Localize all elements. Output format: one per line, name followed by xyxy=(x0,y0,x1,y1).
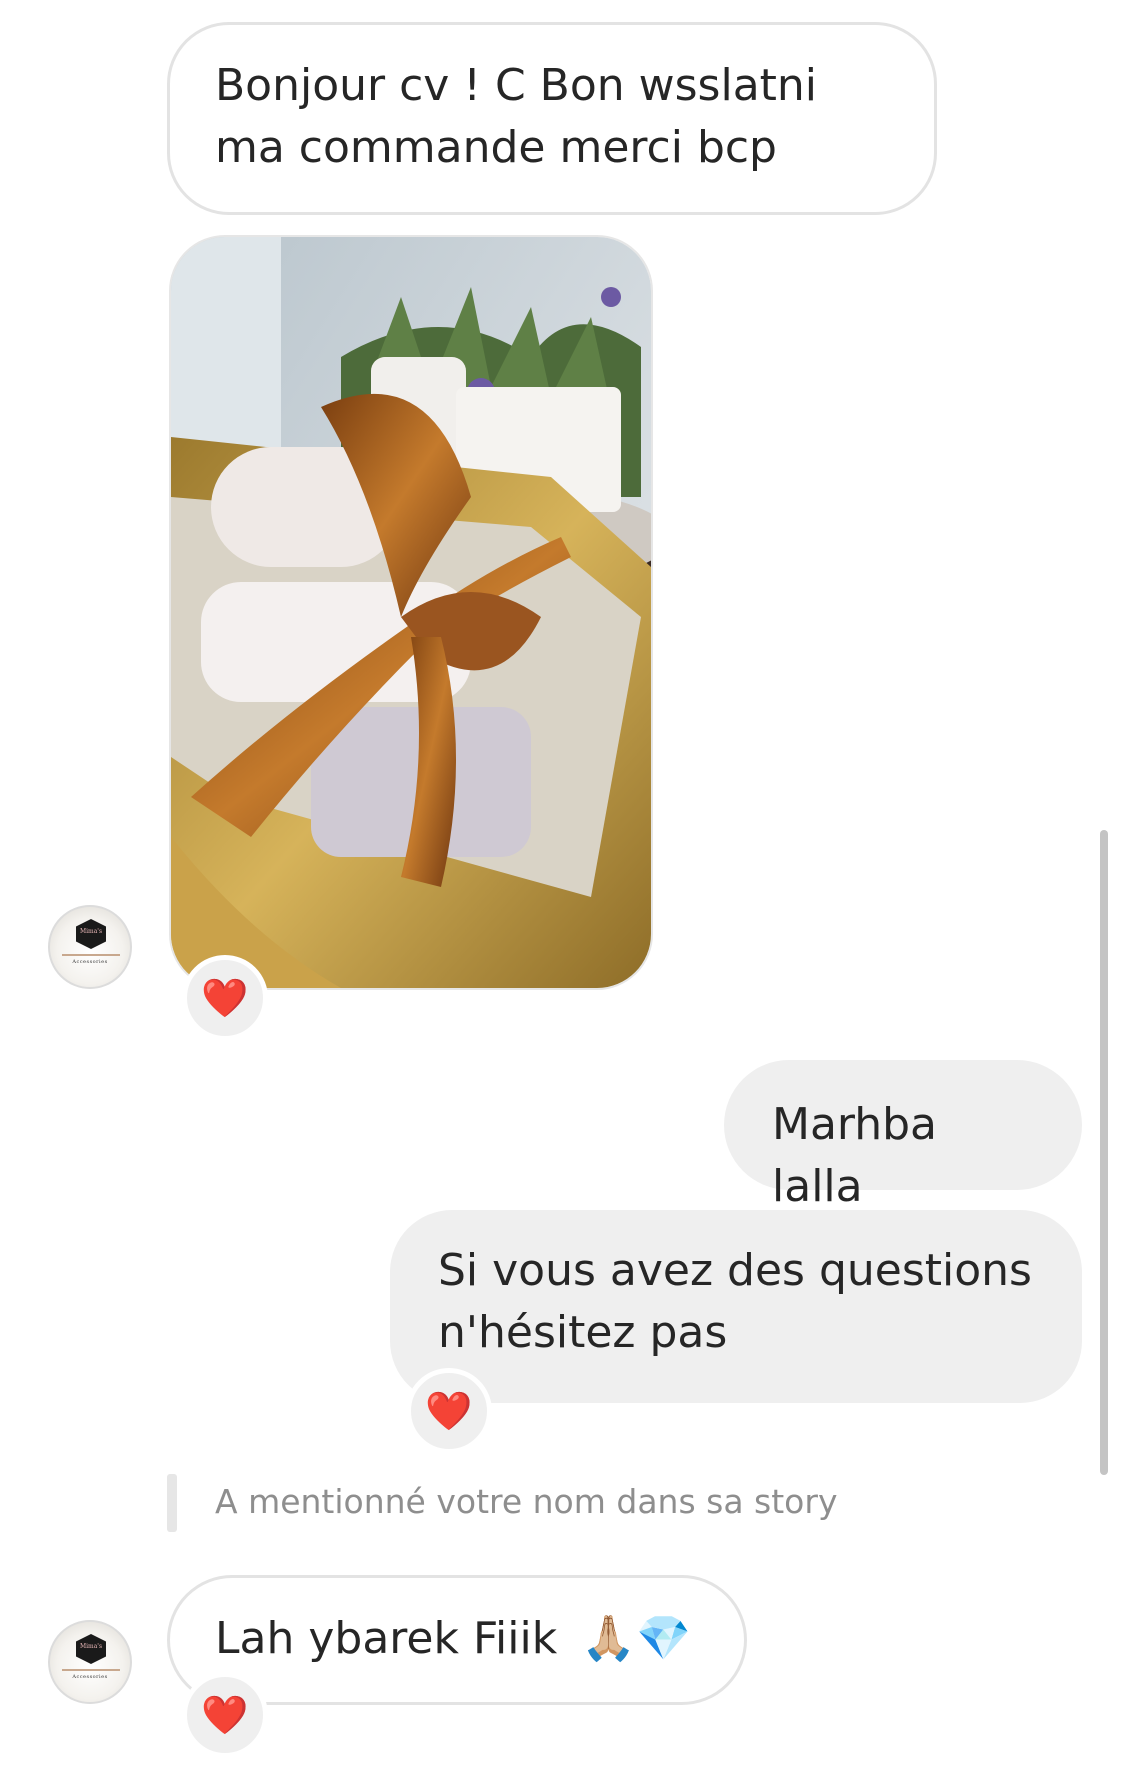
outgoing-message-bubble[interactable]: Marhba lalla xyxy=(724,1060,1082,1212)
incoming-message-bubble[interactable]: Bonjour cv ! C Bon wsslatni ma commande … xyxy=(167,22,937,215)
reaction-badge[interactable]: ❤️ xyxy=(406,1368,492,1454)
red-heart-icon: ❤️ xyxy=(201,976,249,1020)
sender-avatar[interactable]: Mima's Accessories xyxy=(48,905,132,989)
story-mention-bar xyxy=(167,1474,177,1532)
message-text: Si vous avez des questions n'hésitez pas xyxy=(438,1245,1032,1358)
avatar-divider xyxy=(62,1669,120,1671)
red-heart-icon: ❤️ xyxy=(201,1693,249,1737)
outgoing-message-bubble[interactable]: Si vous avez des questions n'hésitez pas xyxy=(390,1210,1082,1403)
avatar-brand-text: Mima's xyxy=(79,1643,103,1650)
message-text: Lah ybarek Fiiik xyxy=(215,1613,558,1664)
avatar-sub-text: Accessories xyxy=(72,959,108,965)
photo-message[interactable] xyxy=(169,235,653,990)
praying-hands-and-gem-emoji: 🙏🏼💎 xyxy=(581,1613,691,1664)
scrollbar[interactable] xyxy=(1100,830,1108,1475)
message-text: Bonjour cv ! C Bon wsslatni ma commande … xyxy=(215,60,818,173)
avatar-sub-text: Accessories xyxy=(72,1674,108,1680)
sender-avatar[interactable]: Mima's Accessories xyxy=(48,1620,132,1704)
reaction-badge[interactable]: ❤️ xyxy=(182,955,268,1041)
reaction-badge[interactable]: ❤️ xyxy=(182,1672,268,1758)
message-thread: Bonjour cv ! C Bon wsslatni ma commande … xyxy=(0,0,1125,1777)
avatar-divider xyxy=(62,954,120,956)
red-heart-icon: ❤️ xyxy=(425,1389,473,1433)
story-mention-text: A mentionné votre nom dans sa story xyxy=(215,1482,838,1521)
gift-box-photo xyxy=(171,237,651,988)
avatar-brand-text: Mima's xyxy=(79,928,103,935)
message-text: Marhba lalla xyxy=(772,1099,938,1212)
